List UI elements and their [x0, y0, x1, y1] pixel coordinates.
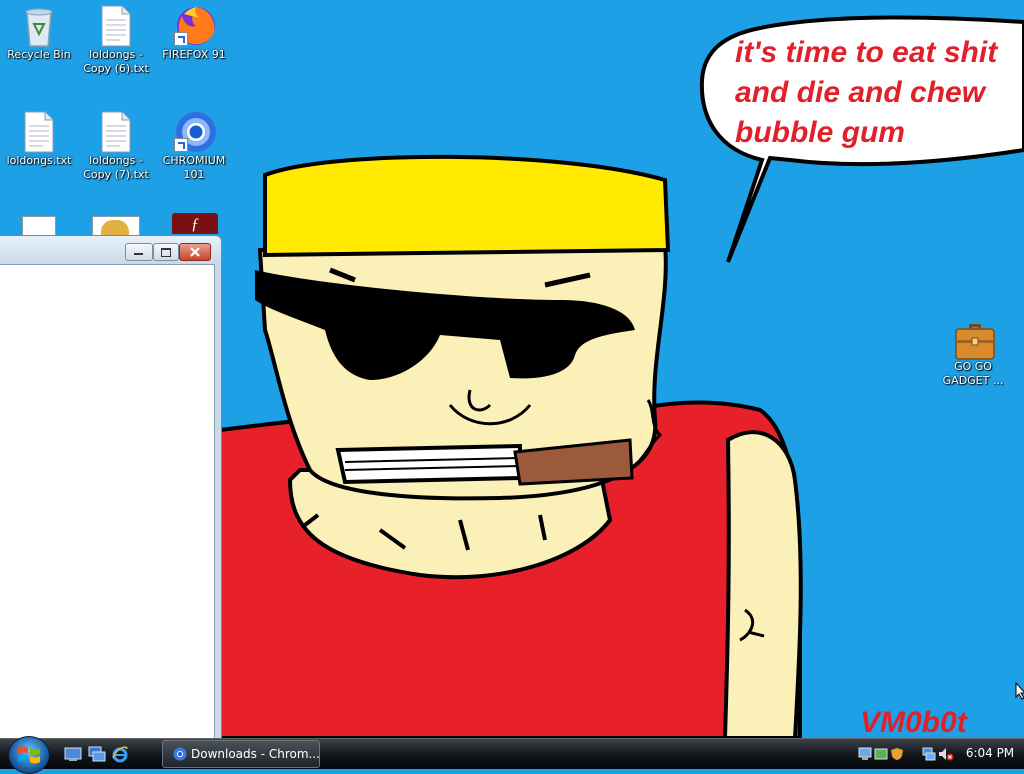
clock[interactable]: 6:04 PM [962, 739, 1018, 769]
artist-signature: VM0b0t [860, 706, 969, 738]
hair [263, 154, 671, 258]
desktop-icon-label: loldongs - Copy (6).txt [83, 48, 149, 75]
minimize-button[interactable] [125, 243, 153, 261]
briefcase-icon [953, 316, 995, 360]
internet-explorer-icon[interactable] [111, 745, 129, 763]
desktop-icon-recycle-bin[interactable]: Recycle Bin [0, 4, 78, 62]
browser-window[interactable] [0, 235, 222, 757]
desktop-icon-label: CHROMIUM 101 [162, 154, 226, 181]
desktop-icon-label: GO GO GADGET ... [942, 360, 1004, 387]
desktop-icon-label: Recycle Bin [7, 48, 71, 61]
close-icon [190, 247, 200, 257]
desktop-icon-loldongs[interactable]: loldongs.txt [0, 110, 78, 168]
windows-logo-icon [18, 746, 40, 764]
show-desktop-icon[interactable] [64, 745, 82, 763]
desktop-icon-chromium-101[interactable]: CHROMIUM 101 [155, 110, 233, 182]
taskbar-item-downloads[interactable]: Downloads - Chrom... [162, 740, 320, 768]
taskbar: Downloads - Chrom... 6:04 PM [0, 736, 1024, 774]
mouse-cursor-icon [1015, 682, 1024, 700]
chromium-icon [174, 110, 216, 152]
desktop-icon-label: FIREFOX 91 [162, 48, 226, 61]
network-icon[interactable] [922, 746, 936, 761]
desktop-icon-firefox-91[interactable]: FIREFOX 91 [155, 4, 233, 62]
recycle-bin-icon [19, 4, 59, 47]
flash-icon[interactable]: ƒ [172, 213, 218, 234]
speech-line-3: bubble gum [735, 116, 905, 149]
start-button[interactable] [8, 736, 50, 774]
desktop-icon-label: loldongs.txt [6, 154, 72, 167]
window-content[interactable] [0, 264, 215, 756]
text-file-icon [96, 110, 136, 153]
image-icon[interactable] [92, 216, 140, 235]
desktop-icon-go-go-gadget[interactable]: GO GO GADGET ... [934, 316, 1012, 388]
close-button[interactable] [179, 243, 211, 261]
firefox-icon [174, 4, 215, 46]
speech-line-2: and die and chew [735, 76, 987, 109]
speaker-muted-icon[interactable] [938, 746, 954, 761]
maximize-button[interactable] [153, 243, 179, 261]
tray-icon-2[interactable] [874, 746, 888, 760]
desktop-icon-loldongs-copy-6[interactable]: loldongs - Copy (6).txt [77, 4, 155, 76]
taskbar-item-label: Downloads - Chrom... [191, 747, 320, 761]
chrome-icon [173, 747, 187, 761]
shortcut-arrow-icon [174, 138, 188, 152]
mouth [335, 443, 522, 485]
desktop-icon-label: loldongs - Copy (7).txt [83, 154, 149, 181]
shortcut-arrow-icon [174, 32, 188, 46]
desktop-icon-loldongs-copy-7[interactable]: loldongs - Copy (7).txt [77, 110, 155, 182]
right-arm [722, 430, 803, 738]
text-file-icon [19, 110, 59, 153]
speech-line-1: it's time to eat shit [735, 36, 999, 69]
text-file-icon[interactable] [22, 216, 56, 235]
switch-windows-icon[interactable] [88, 745, 106, 763]
text-file-icon [96, 4, 136, 47]
tray-icon-1[interactable] [858, 746, 872, 760]
windows-defender-icon[interactable] [890, 746, 904, 760]
